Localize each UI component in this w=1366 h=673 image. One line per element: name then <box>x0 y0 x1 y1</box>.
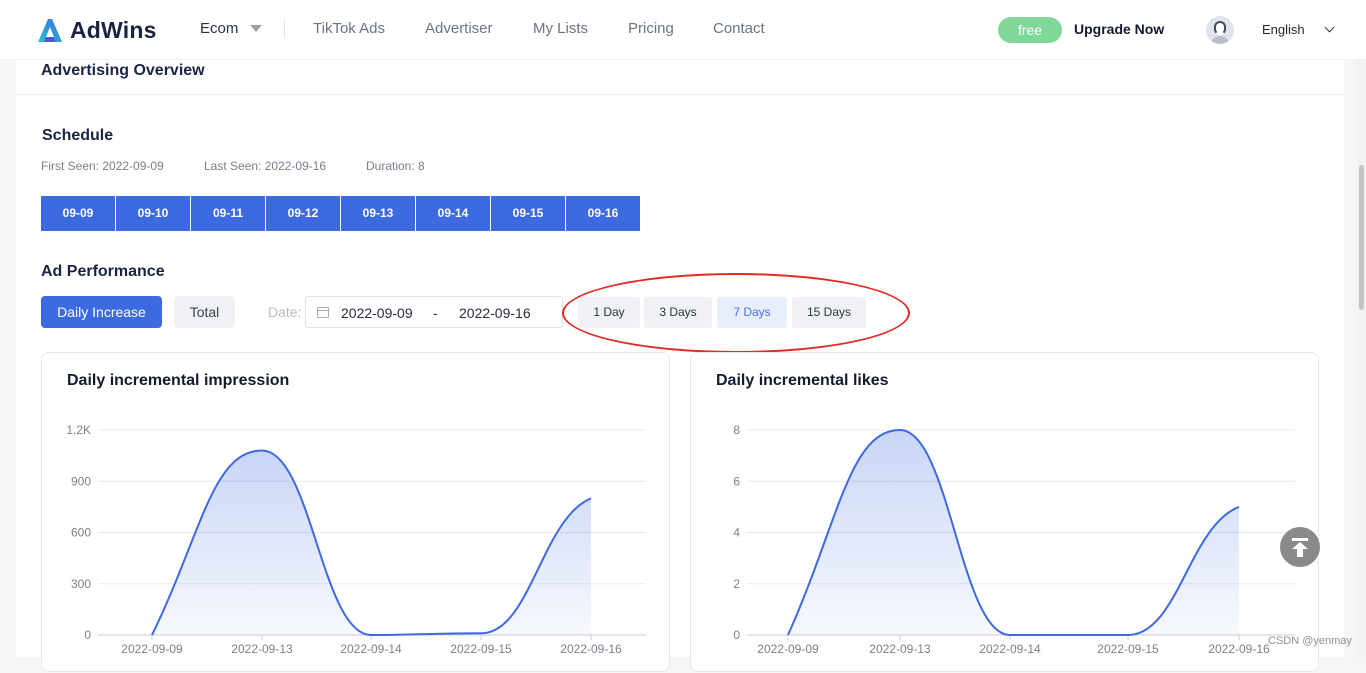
y-tick-label: 300 <box>71 577 91 591</box>
adwins-logo-icon <box>36 17 64 43</box>
total-button[interactable]: Total <box>174 296 235 328</box>
back-to-top-button[interactable] <box>1280 527 1320 567</box>
schedule-day: 09-13 <box>341 196 415 231</box>
x-tick-label: 2022-09-16 <box>1208 642 1270 656</box>
impression-chart-card: Daily incremental impression 03006009001… <box>41 352 670 672</box>
y-tick-label: 900 <box>71 474 91 488</box>
likes-chart-card: Daily incremental likes 024682022-09-092… <box>690 352 1319 672</box>
y-tick-label: 2 <box>733 577 740 591</box>
nav-pricing[interactable]: Pricing <box>628 20 674 37</box>
schedule-day: 09-10 <box>116 196 190 231</box>
x-tick-label: 2022-09-15 <box>450 642 512 656</box>
top-navigation-bar: AdWins Ecom TikTok Ads Advertiser My Lis… <box>0 0 1366 60</box>
nav-my-lists[interactable]: My Lists <box>533 20 588 37</box>
date-range-picker[interactable]: 2022-09-09 - 2022-09-16 <box>305 296 563 328</box>
x-tick-label: 2022-09-14 <box>979 642 1041 656</box>
upgrade-now-link[interactable]: Upgrade Now <box>1074 21 1164 37</box>
chevron-down-icon[interactable] <box>1325 23 1335 33</box>
schedule-day: 09-09 <box>41 196 115 231</box>
calendar-icon <box>317 307 329 318</box>
y-tick-label: 8 <box>733 423 740 437</box>
date-label: Date: <box>268 304 301 320</box>
daily-increase-button[interactable]: Daily Increase <box>41 296 162 328</box>
logo[interactable]: AdWins <box>36 15 157 45</box>
y-tick-label: 0 <box>84 628 91 642</box>
nav-contact[interactable]: Contact <box>713 20 765 37</box>
schedule-day: 09-16 <box>566 196 640 231</box>
schedule-day: 09-12 <box>266 196 340 231</box>
series-area <box>152 451 591 636</box>
avatar-head-shape <box>1214 21 1226 35</box>
duration-text: Duration: 8 <box>366 159 425 173</box>
x-tick-label: 2022-09-09 <box>757 642 819 656</box>
likes-chart: 0 2 4 6 8 2022-09-09 2022-09-13 2022-09-14 2022-… <box>691 353 1320 673</box>
watermark-text: CSDN @yenmay <box>1268 635 1352 647</box>
arrow-stem-shape <box>1297 548 1303 557</box>
logo-text: AdWins <box>70 17 157 44</box>
first-seen-text: First Seen: 2022-09-09 <box>41 159 164 173</box>
x-tick-label: 2022-09-16 <box>560 642 622 656</box>
impression-chart: 0 300 600 900 1.2K 2022-09-09 2022-09-13 2022-0… <box>42 353 671 673</box>
schedule-day: 09-11 <box>191 196 265 231</box>
x-tick-label: 2022-09-15 <box>1097 642 1159 656</box>
x-tick-label: 2022-09-13 <box>869 642 931 656</box>
schedule-day: 09-15 <box>491 196 565 231</box>
date-end-input[interactable]: 2022-09-16 <box>459 305 531 321</box>
nav-ecom-label: Ecom <box>200 20 238 37</box>
y-tick-label: 4 <box>733 526 740 540</box>
highlight-annotation-ellipse <box>562 273 910 353</box>
nav-tiktok-ads[interactable]: TikTok Ads <box>313 20 385 37</box>
date-start-input[interactable]: 2022-09-09 <box>341 305 413 321</box>
schedule-day: 09-14 <box>416 196 490 231</box>
back-to-top-icon <box>1292 538 1308 541</box>
nav-divider <box>284 20 285 38</box>
plan-free-badge[interactable]: free <box>998 17 1062 43</box>
nav-ecom-dropdown[interactable]: Ecom <box>200 20 262 37</box>
x-tick-label: 2022-09-09 <box>121 642 183 656</box>
last-seen-text: Last Seen: 2022-09-16 <box>204 159 326 173</box>
section-divider <box>16 94 1344 95</box>
schedule-title: Schedule <box>42 127 113 145</box>
user-avatar[interactable] <box>1206 16 1234 44</box>
avatar-body-shape <box>1210 36 1230 44</box>
advertising-overview-title: Advertising Overview <box>41 62 205 80</box>
x-tick-label: 2022-09-14 <box>340 642 402 656</box>
nav-advertiser[interactable]: Advertiser <box>425 20 493 37</box>
ad-performance-title: Ad Performance <box>41 263 165 281</box>
y-tick-label: 0 <box>733 628 740 642</box>
schedule-day-strip: 09-09 09-10 09-11 09-12 09-13 09-14 09-1… <box>41 196 641 231</box>
caret-down-icon <box>250 25 262 32</box>
date-separator: - <box>433 305 438 321</box>
scrollbar-thumb[interactable] <box>1359 165 1364 310</box>
page-scrollbar[interactable] <box>1357 60 1366 657</box>
y-tick-label: 6 <box>733 474 740 488</box>
language-selector[interactable]: English <box>1262 22 1305 37</box>
x-tick-label: 2022-09-13 <box>231 642 293 656</box>
content-panel: Advertising Overview Schedule First Seen… <box>16 60 1344 657</box>
y-tick-label: 1.2K <box>66 423 91 437</box>
y-tick-label: 600 <box>71 526 91 540</box>
